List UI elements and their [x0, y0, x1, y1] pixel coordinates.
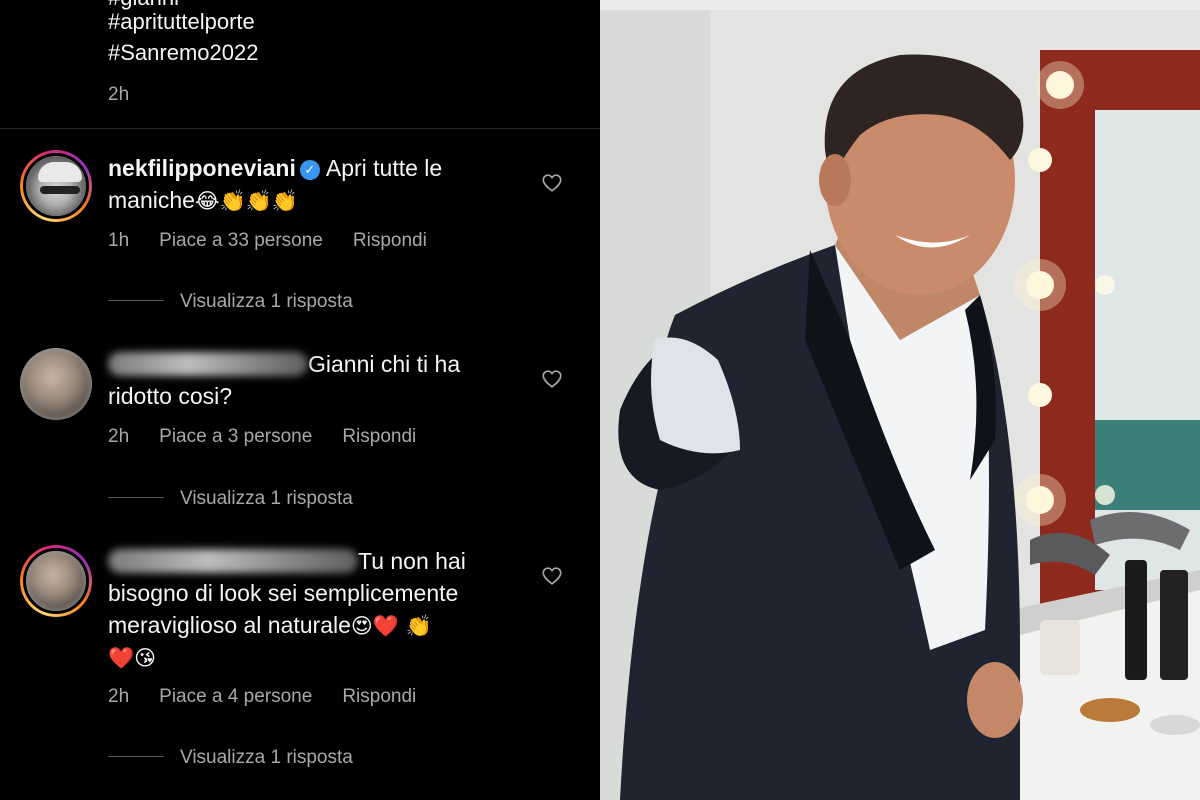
likes-count[interactable]: Piace a 33 persone: [159, 230, 323, 251]
likes-count[interactable]: Piace a 3 persone: [159, 426, 312, 447]
heart-icon[interactable]: [541, 172, 563, 194]
reply-button[interactable]: Rispondi: [342, 686, 416, 707]
avatar[interactable]: [20, 348, 92, 420]
view-replies-button[interactable]: Visualizza 1 risposta: [108, 488, 353, 510]
reply-button[interactable]: Rispondi: [342, 426, 416, 447]
instagram-comments-panel: #gianni #aprituttelporte #Sanremo2022 2h…: [0, 0, 600, 800]
avatar[interactable]: [20, 545, 92, 617]
comment-body-line2: maniche: [108, 187, 195, 213]
emoji-laugh-clap: 😂👏👏👏: [194, 189, 298, 213]
caption-cut-line: #gianni: [108, 0, 179, 13]
post-caption: #gianni #aprituttelporte #Sanremo2022: [108, 0, 258, 68]
post-photo-panel: [600, 0, 1200, 800]
divider: [0, 128, 600, 129]
comment-body-line2: ridotto cosi?: [108, 383, 233, 409]
hashtag-sanremo2022[interactable]: #Sanremo2022: [108, 37, 258, 68]
comment-text: nekfilipponeviani ✓ Apri tutte le maniche😂…: [108, 152, 548, 217]
comment-body-line3: meraviglioso al naturale: [108, 612, 351, 638]
blurred-username: [108, 352, 308, 376]
comment-body-line1: Tu non hai: [358, 548, 466, 574]
comment-time: 2h: [108, 426, 130, 447]
comment-meta: 2h Piace a 4 persone Rispondi: [108, 686, 446, 708]
comment-body-line1: Apri tutte le: [325, 155, 443, 181]
comment-meta: 2h Piace a 3 persone Rispondi: [108, 426, 446, 448]
comment-text: Gianni chi ti ha ridotto cosi?: [108, 348, 548, 412]
emoji-heart-kiss: ❤️😘: [108, 646, 157, 670]
verified-badge-icon: ✓: [299, 160, 320, 180]
avatar[interactable]: [20, 150, 92, 222]
heart-icon[interactable]: [541, 368, 563, 390]
comment-time: 2h: [108, 686, 130, 707]
blurred-username: [108, 549, 358, 573]
comment-body-line2: bisogno di look sei semplicemente: [108, 580, 459, 606]
comment-time: 1h: [108, 230, 130, 251]
comment-meta: 1h Piace a 33 persone Rispondi: [108, 230, 457, 252]
comment-body-line1: Gianni chi ti ha: [308, 351, 461, 377]
view-replies-button[interactable]: Visualizza 1 risposta: [108, 291, 353, 313]
emoji-hearts-clap: 😍❤️ 👏: [350, 614, 432, 638]
comment-text: Tu non hai bisogno di look sei semplicem…: [108, 545, 548, 674]
post-photo: [600, 10, 1200, 800]
reply-button[interactable]: Rispondi: [353, 230, 427, 251]
comment-username[interactable]: nekfilipponeviani: [108, 155, 296, 181]
heart-icon[interactable]: [541, 565, 563, 587]
caption-timestamp: 2h: [108, 84, 130, 105]
likes-count[interactable]: Piace a 4 persone: [159, 686, 312, 707]
view-replies-button[interactable]: Visualizza 1 risposta: [108, 747, 353, 769]
